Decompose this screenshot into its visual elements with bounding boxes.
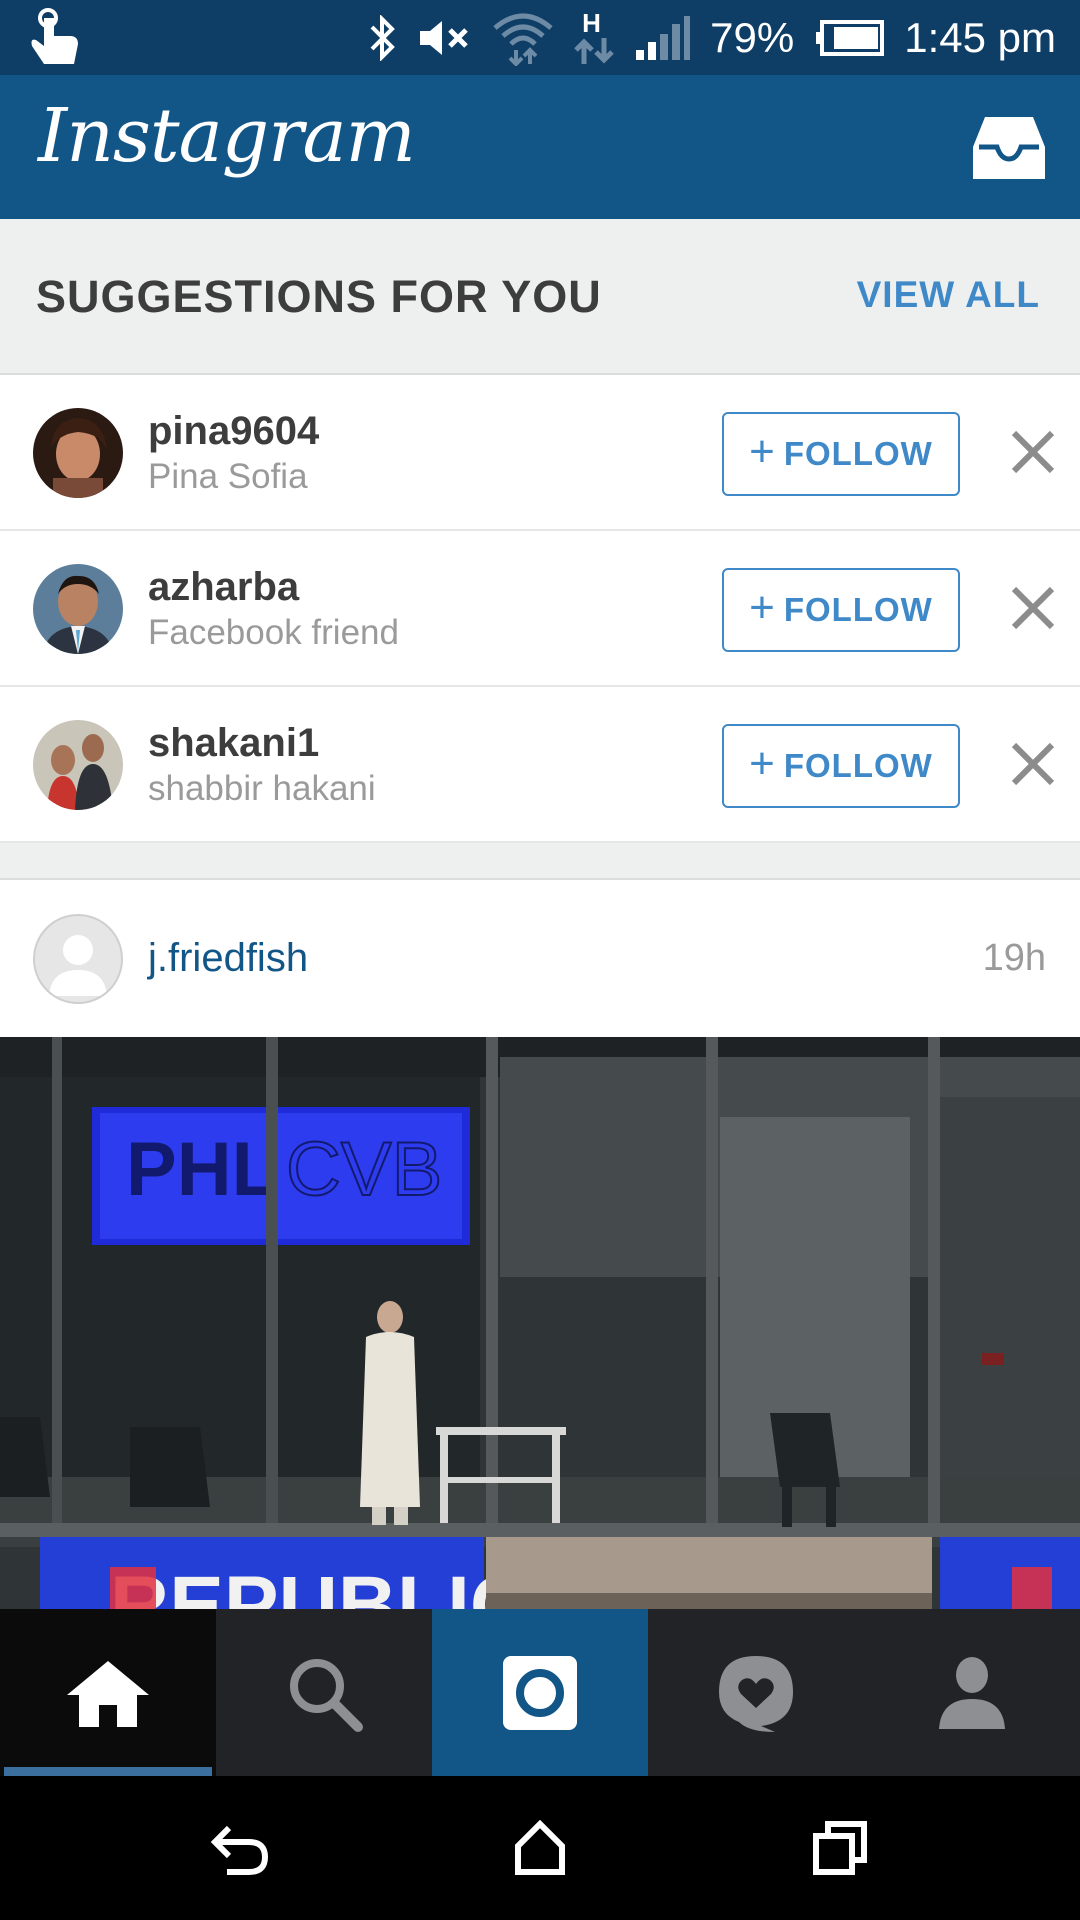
dismiss-icon[interactable]	[1008, 583, 1058, 633]
tab-profile[interactable]	[864, 1609, 1080, 1776]
plus-icon: +	[749, 739, 776, 788]
instagram-logo[interactable]: Instagram	[38, 93, 416, 179]
follow-label: FOLLOW	[783, 747, 933, 784]
suggestion-row: pina9604 Pina Sofia + FOLLOW	[0, 375, 1080, 531]
follow-label: FOLLOW	[783, 435, 933, 472]
system-recents-button[interactable]	[798, 1806, 882, 1890]
back-icon	[210, 1825, 269, 1875]
clock: 1:45 pm	[904, 13, 1056, 61]
system-home-button[interactable]	[498, 1806, 582, 1890]
avatar[interactable]	[33, 564, 123, 654]
dismiss-icon[interactable]	[1008, 739, 1058, 789]
home-icon	[67, 1660, 149, 1727]
avatar[interactable]	[33, 914, 123, 1004]
signal-icon	[636, 15, 691, 60]
search-icon	[290, 1658, 363, 1732]
suggestion-subtitle: Facebook friend	[148, 613, 399, 652]
tab-home[interactable]	[0, 1609, 216, 1776]
follow-button[interactable]: + FOLLOW	[722, 412, 960, 496]
touch-hand-icon	[31, 8, 78, 64]
camera-icon	[503, 1655, 577, 1730]
post-time: 19h	[982, 937, 1046, 979]
suggestion-row: azharba Facebook friend + FOLLOW	[0, 531, 1080, 687]
network-type-label: H	[582, 7, 601, 38]
dismiss-icon[interactable]	[1008, 427, 1058, 477]
section-divider	[0, 843, 1080, 880]
activity-icon	[719, 1655, 793, 1732]
follow-button[interactable]: + FOLLOW	[722, 724, 960, 808]
home-sys-icon	[515, 1820, 565, 1875]
status-bar: H 79% 1:45 pm	[0, 0, 1080, 75]
tab-search[interactable]	[216, 1609, 432, 1776]
suggestion-username[interactable]: pina9604	[148, 409, 319, 454]
tab-camera[interactable]	[432, 1609, 648, 1776]
sign-republic-text: REPUBLIC	[110, 1560, 529, 1609]
follow-label: FOLLOW	[783, 591, 933, 628]
post-username[interactable]: j.friedfish	[148, 936, 308, 981]
battery-icon	[816, 19, 885, 56]
bluetooth-icon	[370, 14, 396, 61]
mute-icon	[420, 20, 468, 55]
suggestion-username[interactable]: shakani1	[148, 721, 319, 766]
plus-icon: +	[749, 427, 776, 476]
bottom-navigation	[0, 1609, 1080, 1776]
battery-percent: 79%	[710, 13, 795, 61]
avatar[interactable]	[33, 408, 123, 498]
plus-icon: +	[749, 583, 776, 632]
system-navigation	[0, 1776, 1080, 1920]
suggestion-subtitle: Pina Sofia	[148, 457, 308, 496]
recents-icon	[813, 1821, 867, 1875]
inbox-icon[interactable]	[971, 115, 1047, 181]
follow-button[interactable]: + FOLLOW	[722, 568, 960, 652]
tab-activity[interactable]	[648, 1609, 864, 1776]
avatar[interactable]	[33, 720, 123, 810]
profile-icon	[939, 1656, 1005, 1729]
view-all-link[interactable]: VIEW ALL	[857, 274, 1040, 316]
post-image[interactable]: PHL CVB REPUBLIC	[0, 1037, 1080, 1609]
post-header: j.friedfish 19h	[0, 880, 1080, 1037]
system-back-button[interactable]	[198, 1806, 282, 1890]
suggestions-header: SUGGESTIONS FOR YOU VIEW ALL	[0, 219, 1080, 375]
sign-cvb-text: CVB	[286, 1127, 442, 1212]
suggestion-row: shakani1 shabbir hakani + FOLLOW	[0, 687, 1080, 843]
sign-phl-text: PHL	[126, 1127, 278, 1212]
suggestion-username[interactable]: azharba	[148, 565, 299, 610]
network-type-icon: H	[574, 8, 614, 68]
suggestions-title: SUGGESTIONS FOR YOU	[36, 271, 602, 322]
wifi-icon	[493, 13, 553, 66]
app-header: Instagram	[0, 75, 1080, 219]
suggestion-subtitle: shabbir hakani	[148, 769, 376, 808]
